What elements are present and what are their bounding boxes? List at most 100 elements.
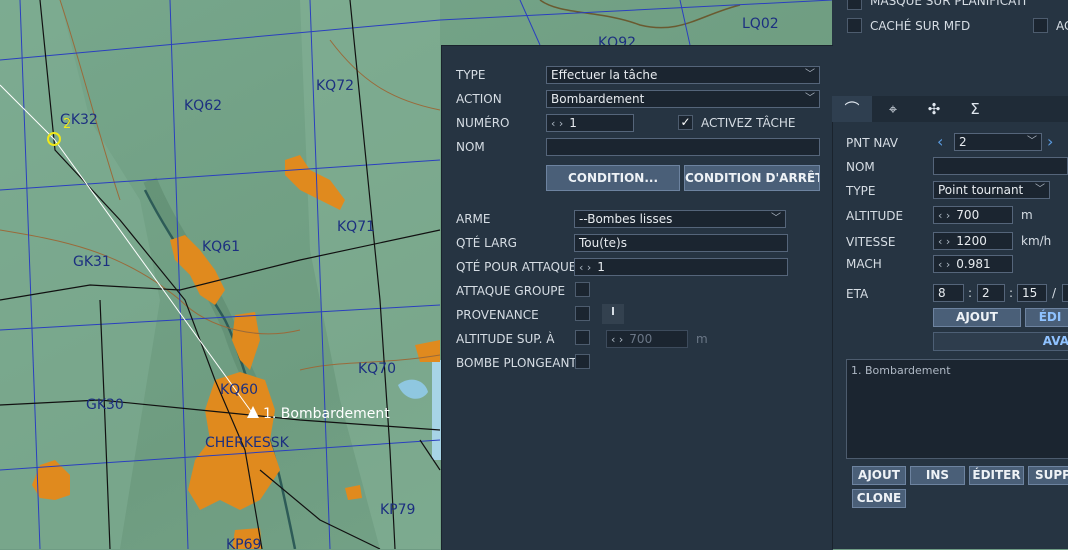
aircraft-icon: ✣ [927, 100, 941, 118]
wp-avance-button[interactable]: AVA [933, 332, 1068, 351]
cache-mfd-checkbox[interactable] [847, 18, 862, 33]
provenance-heading-control [602, 304, 624, 324]
tab-summary[interactable]: Σ [955, 96, 995, 122]
wp-nom-label: NOM [846, 160, 875, 174]
provenance-checkbox[interactable] [575, 306, 590, 321]
stepper-arrows-icon[interactable]: ‹ › [938, 235, 950, 248]
map-grid-label: GK31 [73, 254, 111, 270]
map-grid-label: KP79 [380, 502, 415, 518]
route-icon: ⌒ [844, 100, 860, 118]
tab-target[interactable]: ⌖ [873, 96, 913, 122]
bombe-plongeante-label: BOMBE PLONGEANTE [456, 356, 585, 370]
chevron-down-icon: ﹀ [805, 93, 815, 104]
wp-eta-label: ETA [846, 287, 869, 301]
action-dropdown[interactable]: Bombardement ﹀ [546, 90, 820, 108]
masque-checkbox[interactable] [847, 0, 862, 10]
map-grid-label: KQ62 [184, 98, 222, 114]
map-grid-label: GK30 [86, 397, 124, 413]
wp-vitesse-label: VITESSE [846, 235, 896, 249]
activez-tache-checkbox[interactable]: ✓ [678, 115, 693, 130]
altitude-sup-unit: m [696, 332, 708, 346]
altitude-sup-stepper: ‹ › 700 [606, 330, 688, 348]
eta-day-field[interactable]: 8 [933, 284, 964, 302]
task-supp-button[interactable]: SUPP [1028, 466, 1068, 485]
action-label: ACTION [456, 92, 502, 106]
eta-min-field[interactable]: 15 [1017, 284, 1047, 302]
stepper-arrows-icon[interactable]: ‹ › [551, 117, 563, 130]
map-grid-label: KQ70 [358, 361, 396, 377]
qte-larg-field[interactable]: Tou(te)s [574, 234, 788, 252]
stepper-arrows-icon[interactable]: ‹ › [938, 209, 950, 222]
task-list[interactable]: 1. Bombardement [846, 359, 1068, 459]
map-grid-label: KP69 [226, 537, 261, 549]
eta-slash: / [1052, 286, 1057, 300]
waypoint-number: 2 [63, 117, 71, 132]
nom-input[interactable] [546, 138, 820, 156]
task-panel: TYPE Effectuer la tâche ﹀ ACTION Bombarde… [441, 45, 833, 550]
wp-type-dropdown[interactable]: Point tournant ﹀ [933, 181, 1050, 199]
condition-button[interactable]: CONDITION... [546, 165, 680, 191]
bombe-plongeante-checkbox[interactable] [575, 354, 590, 369]
wp-nom-input[interactable] [933, 157, 1068, 175]
task-editer-button[interactable]: ÉDITER [969, 466, 1024, 485]
wp-altitude-unit: m [1021, 208, 1033, 222]
masque-label: MASQUE SUR PLANIFICATI [870, 0, 1027, 8]
chevron-down-icon: ﹀ [1035, 184, 1045, 195]
altitude-sup-label: ALTITUDE SUP. À [456, 332, 555, 346]
pnt-nav-dropdown[interactable]: 2 ﹀ [954, 133, 1042, 151]
wp-altitude-stepper[interactable]: ‹ › 700 [933, 206, 1013, 224]
eta-sec-field[interactable]: ( [1062, 284, 1068, 302]
attaque-groupe-label: ATTAQUE GROUPE [456, 284, 566, 298]
eta-hour-field[interactable]: 2 [977, 284, 1005, 302]
stepper-arrows-icon[interactable]: ‹ › [938, 258, 950, 271]
heading-tick-icon [612, 307, 614, 315]
numero-stepper[interactable]: ‹ › 1 [546, 114, 634, 132]
task-clone-button[interactable]: CLONE [852, 489, 906, 508]
map-grid-label: KQ72 [316, 78, 354, 94]
sigma-icon: Σ [970, 100, 980, 118]
tab-aircraft[interactable]: ✣ [914, 96, 954, 122]
tab-route[interactable]: ⌒ [832, 96, 872, 122]
stepper-arrows-icon[interactable]: ‹ › [579, 261, 591, 274]
pnt-nav-label: PNT NAV [846, 136, 898, 150]
wp-vitesse-stepper[interactable]: ‹ › 1200 [933, 232, 1013, 250]
wp-mach-stepper[interactable]: ‹ › 0.981 [933, 255, 1013, 273]
third-option-label: AC [1056, 19, 1068, 33]
altitude-sup-checkbox[interactable] [575, 330, 590, 345]
qte-attaque-label: QTÉ POUR ATTAQUE [456, 260, 577, 274]
qte-larg-label: QTÉ LARG [456, 236, 517, 250]
prev-waypoint-arrow-icon[interactable]: ‹ [937, 132, 943, 151]
eta-separator: : [1009, 286, 1014, 300]
eta-separator: : [968, 286, 973, 300]
task-ins-button[interactable]: INS [910, 466, 965, 485]
arme-dropdown[interactable]: --Bombes lisses ﹀ [574, 210, 786, 228]
attaque-groupe-checkbox[interactable] [575, 282, 590, 297]
provenance-label: PROVENANCE [456, 308, 539, 322]
map-grid-label: KQ71 [337, 219, 375, 235]
cache-mfd-label: CACHÉ SUR MFD [870, 19, 971, 33]
task-list-item[interactable]: 1. Bombardement [851, 364, 951, 377]
wp-altitude-label: ALTITUDE [846, 209, 904, 223]
task-ajout-button[interactable]: AJOUT [852, 466, 906, 485]
map-grid-label: LQ02 [742, 16, 779, 32]
city-label: CHERKESSK [205, 435, 290, 451]
map-grid-label: KQ60 [220, 382, 258, 398]
target-icon: ⌖ [888, 100, 898, 118]
chevron-down-icon: ﹀ [805, 69, 815, 80]
wp-type-label: TYPE [846, 184, 876, 198]
wp-mach-label: MACH [846, 257, 882, 271]
stop-condition-button[interactable]: CONDITION D'ARRÊT... [684, 165, 820, 191]
third-option-checkbox[interactable] [1033, 18, 1048, 33]
chevron-down-icon: ﹀ [771, 213, 781, 224]
chevron-down-icon: ﹀ [1027, 136, 1037, 147]
map-grid-label: KQ61 [202, 239, 240, 255]
type-label: TYPE [456, 68, 486, 82]
qte-attaque-stepper[interactable]: ‹ › 1 [574, 258, 788, 276]
arme-label: ARME [456, 212, 491, 226]
nom-label: NOM [456, 140, 485, 154]
wp-ajout-button[interactable]: AJOUT [933, 308, 1021, 327]
next-waypoint-arrow-icon[interactable]: › [1047, 132, 1053, 151]
wp-editer-button[interactable]: ÉDI [1025, 308, 1068, 327]
task-type-dropdown[interactable]: Effectuer la tâche ﹀ [546, 66, 820, 84]
target-label: 1. Bombardement [263, 406, 390, 422]
